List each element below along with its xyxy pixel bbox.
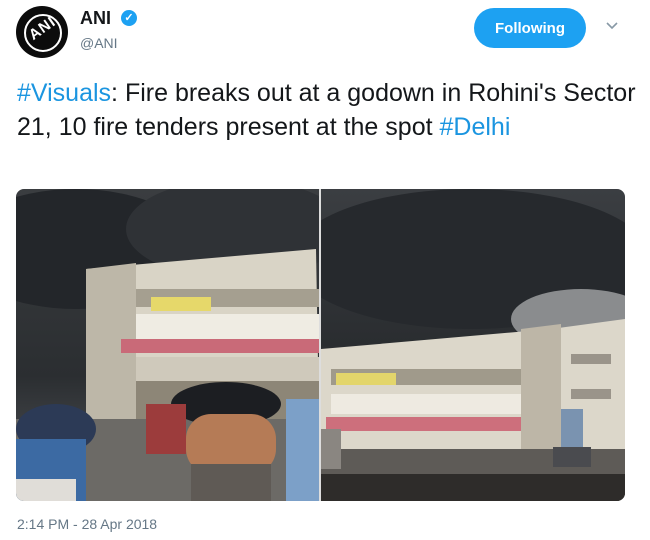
author-name[interactable]: ANI <box>80 8 111 29</box>
fire-photo-right[interactable] <box>321 189 625 501</box>
fire-photo-right-graphic <box>321 189 625 501</box>
tweet-text: #Visuals: Fire breaks out at a godown in… <box>17 76 637 144</box>
chevron-down-icon[interactable] <box>606 20 618 32</box>
verified-badge-icon: ✓ <box>121 10 137 26</box>
hashtag-delhi[interactable]: #Delhi <box>440 113 511 141</box>
hashtag-visuals[interactable]: #Visuals <box>17 79 111 107</box>
fire-photo-left[interactable] <box>16 189 319 501</box>
tweet-timestamp[interactable]: 2:14 PM - 28 Apr 2018 <box>17 516 157 532</box>
media-gallery <box>16 189 625 501</box>
avatar[interactable]: ANI <box>16 6 68 58</box>
following-button[interactable]: Following <box>474 8 586 48</box>
author-handle[interactable]: @ANI <box>80 35 118 51</box>
fire-photo-left-graphic <box>16 189 319 501</box>
